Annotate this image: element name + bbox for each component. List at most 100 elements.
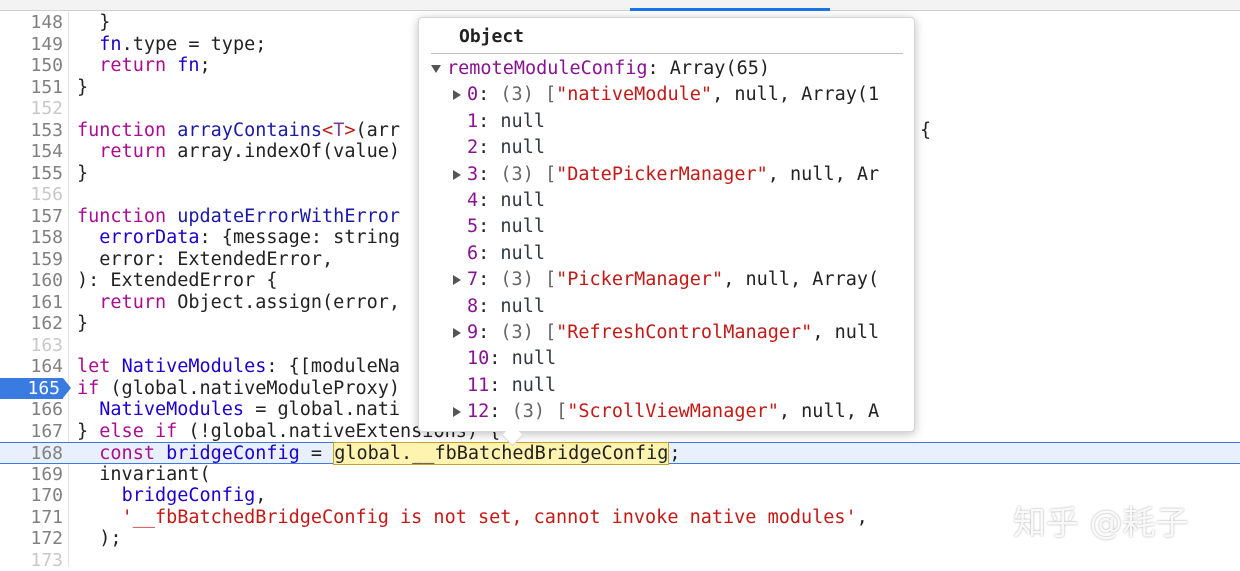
code-token [77, 34, 99, 55]
expand-right-icon[interactable] [453, 170, 461, 180]
line-number[interactable]: 160 [0, 270, 63, 292]
code-token: : {message: string [200, 227, 400, 248]
line-number[interactable]: 166 [0, 399, 63, 421]
line-number[interactable]: 168 [0, 443, 63, 465]
line-number[interactable]: 167 [0, 421, 63, 443]
expand-right-icon[interactable] [453, 407, 461, 417]
tree-item-rest: , null, Array(1 [712, 84, 879, 105]
code-line[interactable]: 169 invariant( [0, 464, 1240, 486]
tree-item-row[interactable]: 8: null [467, 294, 545, 320]
line-number[interactable]: 155 [0, 163, 63, 185]
tree-item-row[interactable]: 1: null [467, 109, 545, 135]
code-token: const [99, 443, 155, 464]
code-token [144, 421, 155, 442]
line-number[interactable]: 164 [0, 356, 63, 378]
tree-item-row[interactable]: 0: (3) ["nativeModule", null, Array(1 [453, 82, 879, 108]
code-token [166, 206, 177, 227]
tree-item-row[interactable]: 2: null [467, 135, 545, 161]
line-number[interactable]: 162 [0, 313, 63, 335]
current-execution-line[interactable]: 168 const bridgeConfig = global.__fbBatc… [0, 442, 1240, 464]
tree-item-rest: , null, Ar [768, 164, 879, 185]
active-tab-indicator [630, 8, 830, 11]
tree-item-row[interactable]: 3: (3) ["DatePickerManager", null, Ar [453, 162, 879, 188]
tree-item-separator: : [478, 190, 500, 211]
tree-item-index: 9 [467, 322, 478, 343]
code-token [166, 55, 177, 76]
tree-item-value: null [500, 190, 545, 211]
tree-item-separator: : [478, 137, 500, 158]
code-token: (global.nativeModuleProxy) [99, 378, 400, 399]
tree-item-index: 5 [467, 216, 478, 237]
line-number[interactable]: 153 [0, 120, 63, 142]
line-number[interactable]: 169 [0, 464, 63, 486]
tree-item-row[interactable]: 4: null [467, 188, 545, 214]
tree-item-separator: : [489, 401, 511, 422]
line-number[interactable]: 150 [0, 55, 63, 77]
line-number[interactable]: 148 [0, 12, 63, 34]
tree-item-separator: : [478, 164, 500, 185]
tree-item-string: "DatePickerManager" [556, 164, 768, 185]
code-token: } [77, 12, 110, 33]
tree-item-row[interactable]: 5: null [467, 214, 545, 240]
line-number[interactable]: 157 [0, 206, 63, 228]
tree-item-row[interactable]: 7: (3) ["PickerManager", null, Array( [453, 267, 879, 293]
code-text: NativeModules = global.nati [77, 399, 400, 421]
tree-root-row[interactable]: remoteModuleConfig: Array(65) [431, 56, 770, 82]
tree-item-row[interactable]: 6: null [467, 241, 545, 267]
line-number[interactable]: 171 [0, 507, 63, 529]
line-number[interactable]: 163 [0, 335, 63, 357]
code-text: } [77, 12, 110, 34]
tree-item-value: null [500, 243, 545, 264]
tree-item-row[interactable]: 9: (3) ["RefreshControlManager", null [453, 320, 879, 346]
line-number[interactable]: 156 [0, 184, 63, 206]
line-number[interactable]: 158 [0, 227, 63, 249]
tree-item-value: null [500, 296, 545, 317]
tree-item-row[interactable]: 12: (3) ["ScrollViewManager", null, A [453, 399, 879, 425]
line-number[interactable]: 161 [0, 292, 63, 314]
expand-right-icon[interactable] [453, 90, 461, 100]
popover-title: Object [459, 26, 524, 47]
expand-right-icon[interactable] [453, 275, 461, 285]
code-token: , [255, 485, 266, 506]
code-token: '__fbBatchedBridgeConfig is not set, can… [122, 507, 857, 528]
breakpoint-line-number[interactable]: 165 [0, 378, 63, 400]
highlighted-expression[interactable]: global.__fbBatchedBridgeConfig [333, 442, 669, 465]
line-number[interactable]: 152 [0, 98, 63, 120]
line-number[interactable]: 170 [0, 485, 63, 507]
code-token: NativeModules [122, 356, 267, 377]
tree-item-separator: : [478, 269, 500, 290]
line-number[interactable]: 154 [0, 141, 63, 163]
tree-item-count: (3) [ [500, 269, 556, 290]
tree-item-string: "PickerManager" [556, 269, 723, 290]
tree-item-index: 1 [467, 111, 478, 132]
code-token [77, 55, 99, 76]
code-text: fn.type = type; [77, 34, 266, 56]
code-token: else [99, 421, 144, 442]
code-line[interactable]: 173 [0, 550, 1240, 571]
tree-item-separator: : [478, 216, 500, 237]
line-number[interactable]: 172 [0, 528, 63, 550]
code-token: return [99, 141, 166, 162]
code-token: { [920, 120, 931, 142]
tree-item-row[interactable]: 11: null [467, 373, 556, 399]
tree-item-index: 3 [467, 164, 478, 185]
code-token: function [77, 120, 166, 141]
expand-right-icon[interactable] [453, 328, 461, 338]
code-text: function updateErrorWithError [77, 206, 400, 228]
breakpoint-arrow-icon[interactable] [63, 378, 71, 398]
tree-item-row[interactable]: 10: null [467, 346, 556, 372]
line-number[interactable]: 151 [0, 77, 63, 99]
code-text: } [77, 77, 88, 99]
code-token: fn [177, 55, 199, 76]
code-text: ); [77, 528, 122, 550]
line-number[interactable]: 159 [0, 249, 63, 271]
line-number[interactable]: 149 [0, 34, 63, 56]
code-token: T [333, 120, 344, 141]
code-text: return Object.assign(error, [77, 292, 400, 314]
expand-down-icon[interactable] [431, 65, 441, 73]
object-preview-popover[interactable]: Object remoteModuleConfig: Array(65)0: (… [418, 17, 915, 432]
line-number[interactable]: 173 [0, 550, 63, 571]
tree-item-string: "nativeModule" [556, 84, 712, 105]
code-token: ): ExtendedError { [77, 270, 277, 291]
code-token [77, 399, 99, 420]
